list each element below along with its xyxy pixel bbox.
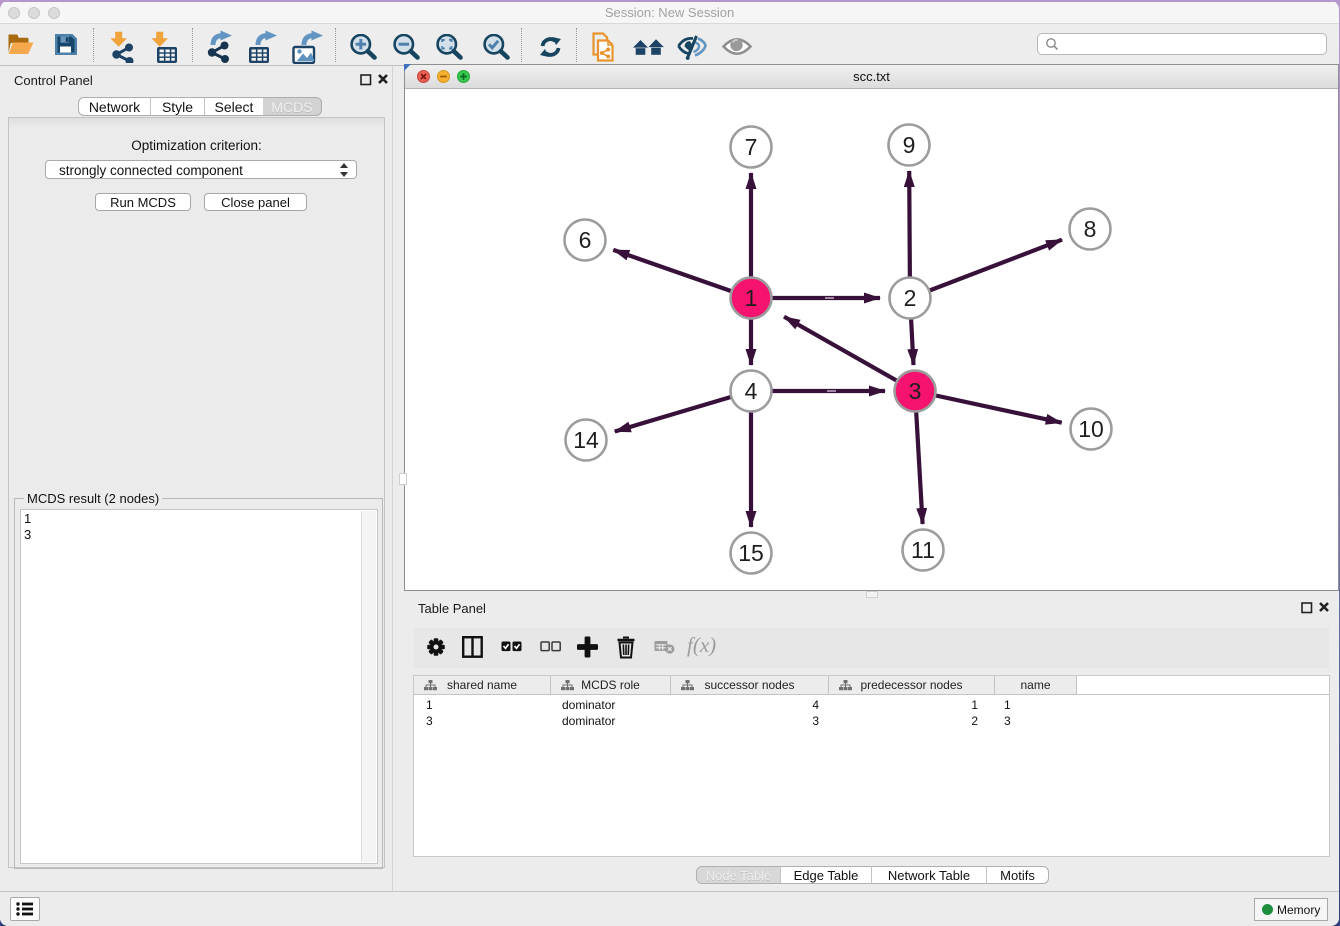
svg-text:6: 6 <box>579 227 592 253</box>
svg-text:2: 2 <box>904 285 917 311</box>
svg-text:9: 9 <box>903 132 916 158</box>
svg-text:11: 11 <box>911 537 935 563</box>
svg-text:8: 8 <box>1084 216 1097 242</box>
svg-text:3: 3 <box>909 378 922 404</box>
svg-text:15: 15 <box>738 540 764 566</box>
svg-text:7: 7 <box>745 134 758 160</box>
svg-text:1: 1 <box>745 285 758 311</box>
svg-text:10: 10 <box>1078 416 1104 442</box>
svg-text:4: 4 <box>745 378 758 404</box>
svg-text:14: 14 <box>573 427 599 453</box>
